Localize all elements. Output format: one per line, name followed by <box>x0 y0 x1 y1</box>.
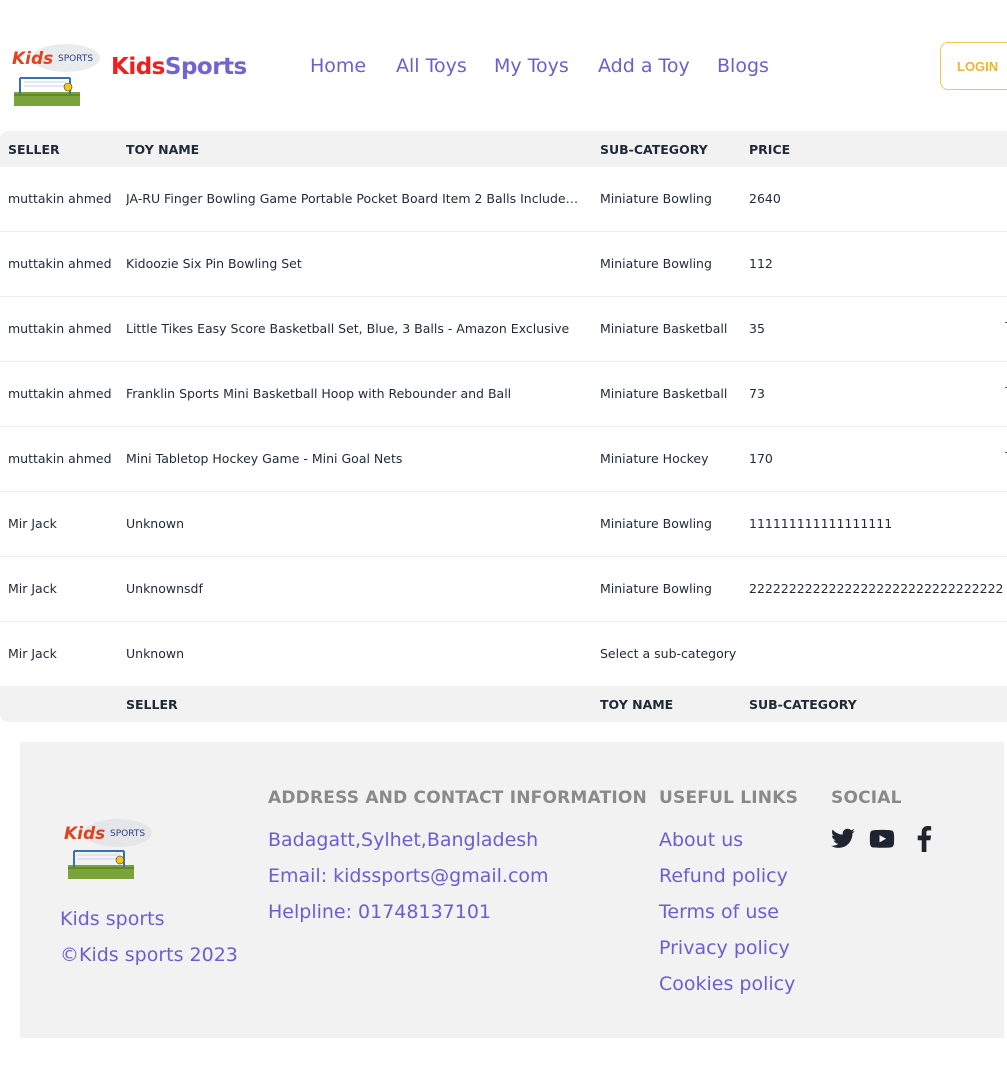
cell-seller: muttakin ahmed <box>8 256 112 271</box>
column-header-sub-category: SUB-CATEGORY <box>600 142 708 157</box>
cell-toy-name: JA-RU Finger Bowling Game Portable Pocke… <box>126 191 586 206</box>
cell-sub-category: Miniature Hockey <box>600 451 709 466</box>
toys-table: SELLER TOY NAME SUB-CATEGORY PRICE mutta… <box>0 131 1007 722</box>
footer-helpline: Helpline: 01748137101 <box>268 901 492 923</box>
cell-price: 170 <box>749 451 773 466</box>
cell-seller: muttakin ahmed <box>8 451 112 466</box>
nav-blogs[interactable]: Blogs <box>717 55 769 77</box>
brand-sports: Sports <box>164 54 247 80</box>
cell-seller: muttakin ahmed <box>8 321 112 336</box>
cell-sub-category: Miniature Basketball <box>600 321 728 336</box>
cell-toy-name: Mini Tabletop Hockey Game - Mini Goal Ne… <box>126 451 403 466</box>
cell-seller: Mir Jack <box>8 516 57 531</box>
cell-sub-category: Miniature Bowling <box>600 581 712 596</box>
table-row: muttakin ahmed Mini Tabletop Hockey Game… <box>0 427 1007 492</box>
footer-address: Badagatt,Sylhet,Bangladesh <box>268 829 539 851</box>
table-row: Mir Jack Unknown Miniature Bowling 11111… <box>0 492 1007 557</box>
column-header-seller: SELLER <box>8 142 60 157</box>
cell-toy-name: Franklin Sports Mini Basketball Hoop wit… <box>126 386 512 401</box>
table-header: SELLER TOY NAME SUB-CATEGORY PRICE <box>0 131 1007 167</box>
footer-column-sub-category: SUB-CATEGORY <box>749 697 857 712</box>
svg-text:Kids: Kids <box>64 824 105 844</box>
link-privacy-policy[interactable]: Privacy policy <box>659 937 790 959</box>
svg-text:Kids: Kids <box>12 49 53 69</box>
svg-text:SPORTS: SPORTS <box>110 829 145 839</box>
table-footer: SELLER TOY NAME SUB-CATEGORY <box>0 686 1007 722</box>
social-heading: SOCIAL <box>831 788 902 808</box>
cell-toy-name: Unknown <box>126 516 185 531</box>
address-heading: ADDRESS AND CONTACT INFORMATION <box>268 788 647 808</box>
twitter-icon[interactable] <box>830 826 856 852</box>
nav-add-a-toy[interactable]: Add a Toy <box>598 55 690 77</box>
cell-price: 73 <box>749 386 765 401</box>
cell-sub-category: Miniature Bowling <box>600 516 712 531</box>
cell-sub-category: Miniature Bowling <box>600 256 712 271</box>
footer-column-toy-name: TOY NAME <box>600 697 674 712</box>
site-header: Kids SPORTS KidsSports Home All Toys My … <box>0 0 1007 131</box>
cell-sub-category: Miniature Basketball <box>600 386 728 401</box>
table-row: muttakin ahmed Kidoozie Six Pin Bowling … <box>0 232 1007 297</box>
cell-sub-category: Select a sub-category <box>600 646 737 661</box>
column-header-toy-name: TOY NAME <box>126 142 200 157</box>
cell-toy-name: Little Tikes Easy Score Basketball Set, … <box>126 321 570 336</box>
link-about-us[interactable]: About us <box>659 829 743 851</box>
brand-kids: Kids <box>111 54 165 80</box>
table-row: muttakin ahmed Franklin Sports Mini Bask… <box>0 362 1007 427</box>
footer-logo: Kids SPORTS <box>64 819 152 879</box>
cell-seller: Mir Jack <box>8 646 57 661</box>
useful-links-heading: USEFUL LINKS <box>659 788 799 808</box>
table-row: muttakin ahmed JA-RU Finger Bowling Game… <box>0 167 1007 232</box>
cell-price: 111111111111111111 <box>749 516 893 531</box>
site-footer: Kids SPORTS Kids sports ©Kids sports 202… <box>20 742 1004 1038</box>
nav-all-toys[interactable]: All Toys <box>396 55 467 77</box>
cell-seller: Mir Jack <box>8 581 57 596</box>
footer-column-seller: SELLER <box>126 697 178 712</box>
nav-home[interactable]: Home <box>310 55 366 77</box>
cell-toy-name: Unknownsdf <box>126 581 203 596</box>
facebook-icon[interactable] <box>911 826 937 852</box>
link-terms-of-use[interactable]: Terms of use <box>659 901 779 923</box>
nav-my-toys[interactable]: My Toys <box>494 55 569 77</box>
link-refund-policy[interactable]: Refund policy <box>659 865 788 887</box>
cell-seller: muttakin ahmed <box>8 191 112 206</box>
brand-name[interactable]: KidsSports <box>111 54 247 80</box>
cell-price: 22222222222222222222222222222222 <box>749 581 1004 596</box>
table-row: muttakin ahmed Little Tikes Easy Score B… <box>0 297 1007 362</box>
table-row: Mir Jack Unknown Select a sub-category <box>0 622 1007 687</box>
link-cookies-policy[interactable]: Cookies policy <box>659 973 795 995</box>
cell-price: 35 <box>749 321 765 336</box>
cell-toy-name: Unknown <box>126 646 185 661</box>
login-button[interactable]: LOGIN <box>940 42 1007 90</box>
cell-sub-category: Miniature Bowling <box>600 191 712 206</box>
cell-seller: muttakin ahmed <box>8 386 112 401</box>
youtube-icon[interactable] <box>869 826 895 852</box>
footer-brand-name: Kids sports <box>60 908 165 930</box>
kids-sports-logo[interactable]: Kids SPORTS <box>8 42 102 106</box>
table-row: Mir Jack Unknownsdf Miniature Bowling 22… <box>0 557 1007 622</box>
column-header-price: PRICE <box>749 142 791 157</box>
footer-copyright: ©Kids sports 2023 <box>60 944 238 966</box>
footer-email: Email: kidssports@gmail.com <box>268 865 549 887</box>
cell-price: 112 <box>749 256 773 271</box>
cell-toy-name: Kidoozie Six Pin Bowling Set <box>126 256 302 271</box>
cell-price: 2640 <box>749 191 781 206</box>
svg-text:SPORTS: SPORTS <box>58 54 93 64</box>
